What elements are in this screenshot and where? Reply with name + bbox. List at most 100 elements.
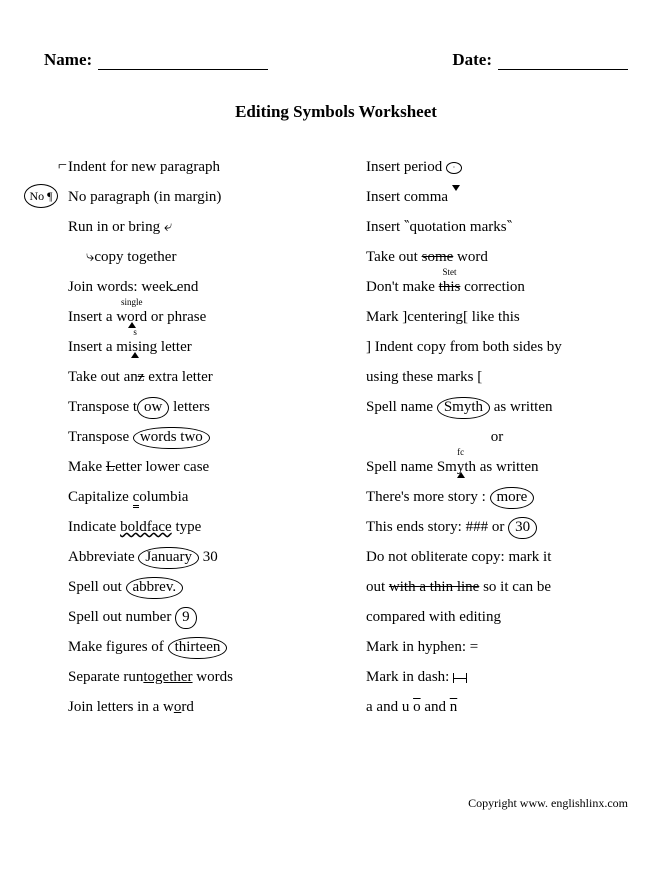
copyright-footer: Copyright www. englishlinx.com — [468, 796, 628, 811]
text: ] Indent copy from both sides by — [366, 339, 562, 355]
capitalize-mark: c — [133, 489, 140, 505]
list-item: Abbreviate January 30 — [68, 542, 330, 572]
text: correction — [460, 279, 525, 295]
list-item: Make figures of thirteen — [68, 632, 330, 662]
period-mark: · — [446, 162, 462, 174]
text: rd — [181, 699, 194, 715]
text: quotation marks — [410, 219, 507, 235]
circled-text: more — [490, 487, 535, 509]
list-item: Take out anz extra letter — [68, 362, 330, 392]
name-field: Name: — [44, 50, 268, 70]
list-item: Transpose tow letters — [68, 392, 330, 422]
list-item: Run in or bring ⤶ — [68, 212, 330, 242]
text: Insert a mi — [68, 339, 132, 355]
list-item: Make Letter lower case — [68, 452, 330, 482]
text: Indicate — [68, 519, 120, 535]
text: olumbia — [139, 489, 188, 505]
circled-text: 30 — [508, 517, 537, 539]
quote-mark-icon: ‶ — [507, 219, 513, 235]
list-item: Take out some word — [366, 242, 628, 272]
text: Indent for new paragraph — [68, 159, 220, 175]
text: Make figures of — [68, 639, 168, 655]
text: Don't make — [366, 279, 439, 295]
text: or — [491, 429, 504, 445]
overline-text: o — [413, 699, 421, 715]
text: words — [193, 669, 233, 685]
list-item: Capitalize columbia — [68, 482, 330, 512]
text: Spell name — [366, 399, 437, 415]
list-item: Insert period · — [366, 152, 628, 182]
circled-text: 9 — [175, 607, 197, 629]
text: Transpose — [68, 429, 133, 445]
strike-text: with a thin line — [389, 579, 479, 595]
circled-text: ow — [137, 397, 169, 419]
text: end — [177, 279, 199, 295]
text: extra letter — [144, 369, 212, 385]
date-blank[interactable] — [498, 50, 628, 70]
list-item: Mark in dash: — [366, 662, 628, 692]
list-item: Spell out number 9 — [68, 602, 330, 632]
list-item: Insert a word or phrase — [68, 302, 330, 332]
text: Insert comma — [366, 189, 452, 205]
text: Spell name Sm — [366, 459, 457, 475]
text: out — [366, 579, 389, 595]
text: and — [421, 699, 450, 715]
caret-insert: word — [116, 309, 147, 325]
list-item: Insert a mising letter — [68, 332, 330, 362]
caret-insert: s — [132, 339, 138, 355]
overline-text: n — [450, 699, 458, 715]
circled-text: thirteen — [168, 637, 228, 659]
text: Take out — [366, 249, 422, 265]
list-item: Spell name Smyth as written — [366, 392, 628, 422]
list-item: Join words: week end — [68, 272, 330, 302]
close-up-mark — [173, 279, 177, 295]
text: Spell out number — [68, 609, 175, 625]
list-item: Insert ‶quotation marks‶ — [366, 212, 628, 242]
list-item: Don't make this correction — [366, 272, 628, 302]
text: There's more story : — [366, 489, 490, 505]
date-label: Date: — [452, 50, 492, 70]
list-item: Spell name Smyth as written — [366, 452, 628, 482]
text: letters — [169, 399, 209, 415]
list-item: using these marks [ — [366, 362, 628, 392]
list-item: Spell out abbrev. — [68, 572, 330, 602]
list-item: out with a thin line so it can be — [366, 572, 628, 602]
text: Join words: week — [68, 279, 173, 295]
content-columns: ⌐Indent for new paragraphNo ¶No paragrap… — [44, 152, 628, 722]
strike-text: some — [422, 249, 454, 265]
date-field: Date: — [452, 50, 628, 70]
text: Make — [68, 459, 106, 475]
text: type — [172, 519, 202, 535]
text: Take out an — [68, 369, 138, 385]
boldface-mark: boldface — [120, 519, 172, 535]
circled-text: Smyth — [437, 397, 490, 419]
list-item: compared with editing — [366, 602, 628, 632]
text: Mark in hyphen: = — [366, 639, 478, 655]
text: Spell out — [68, 579, 126, 595]
left-column: ⌐Indent for new paragraphNo ¶No paragrap… — [68, 152, 330, 722]
text: Mark in dash: — [366, 669, 453, 685]
text: Abbreviate — [68, 549, 138, 565]
list-item: Insert comma — [366, 182, 628, 212]
list-item: a and u o and n — [366, 692, 628, 722]
text: compared with editing — [366, 609, 501, 625]
list-item: Separate runtogether words — [68, 662, 330, 692]
header-row: Name: Date: — [44, 50, 628, 70]
name-blank[interactable] — [98, 50, 268, 70]
text: or phrase — [147, 309, 206, 325]
list-item: Do not obliterate copy: mark it — [366, 542, 628, 572]
text: ing letter — [138, 339, 192, 355]
text: ⤷copy together — [86, 249, 176, 265]
list-item: There's more story : more — [366, 482, 628, 512]
text: as written — [490, 399, 552, 415]
paragraph-mark-icon: ⌐ — [58, 150, 67, 182]
separate-mark: together — [143, 669, 192, 685]
text: th as written — [464, 459, 538, 475]
list-item: Indicate boldface type — [68, 512, 330, 542]
text: Separate run — [68, 669, 143, 685]
lowercase-mark: L — [106, 459, 115, 475]
list-item: This ends story: ### or 30 — [366, 512, 628, 542]
list-item: Transpose words two — [68, 422, 330, 452]
stet-mark: this — [439, 279, 461, 295]
text: Capitalize — [68, 489, 133, 505]
